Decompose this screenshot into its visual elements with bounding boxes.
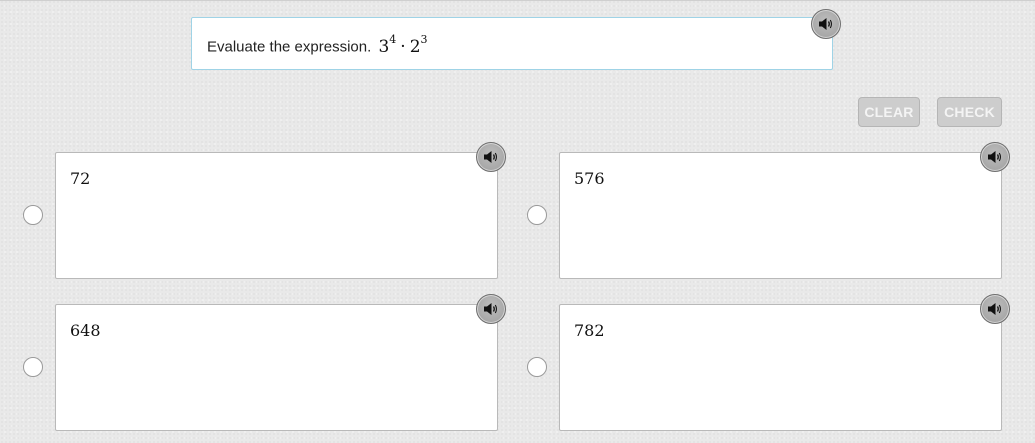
expression-base-2: 2 [409, 36, 421, 57]
expression-operator: · [400, 36, 406, 57]
expression-exponent-2: 3 [420, 33, 428, 46]
speaker-icon [988, 303, 1001, 315]
question-prompt: Evaluate the expression. [207, 38, 372, 56]
expression-base-1: 3 [378, 36, 390, 57]
expression-exponent-1: 4 [389, 33, 397, 46]
choice-label: 576 [574, 169, 605, 188]
speaker-icon [819, 18, 832, 30]
choice-label: 72 [70, 169, 91, 188]
choice-1-audio-button[interactable] [476, 142, 506, 172]
choice-radio-1[interactable] [23, 205, 43, 225]
choice-3-audio-button[interactable] [476, 294, 506, 324]
answer-choice-2[interactable]: 576 [559, 152, 1002, 279]
choice-4-audio-button[interactable] [980, 294, 1010, 324]
clear-button[interactable]: CLEAR [858, 97, 920, 127]
speaker-icon [484, 303, 497, 315]
top-divider [0, 0, 1035, 1]
choice-2-audio-button[interactable] [980, 142, 1010, 172]
choice-label: 648 [70, 321, 101, 340]
question-text: Evaluate the expression. 34 · 23 [207, 33, 428, 57]
answer-choice-3[interactable]: 648 [55, 304, 498, 431]
choice-label: 782 [574, 321, 605, 340]
speaker-icon [988, 151, 1001, 163]
answer-choice-4[interactable]: 782 [559, 304, 1002, 431]
question-prompt-box: Evaluate the expression. 34 · 23 [191, 17, 833, 70]
speaker-icon [484, 151, 497, 163]
check-button[interactable]: CHECK [937, 97, 1002, 127]
choice-radio-3[interactable] [23, 357, 43, 377]
answer-choice-1[interactable]: 72 [55, 152, 498, 279]
choice-radio-4[interactable] [527, 357, 547, 377]
math-expression: 34 · 23 [378, 33, 427, 57]
question-audio-button[interactable] [811, 9, 841, 39]
choice-radio-2[interactable] [527, 205, 547, 225]
